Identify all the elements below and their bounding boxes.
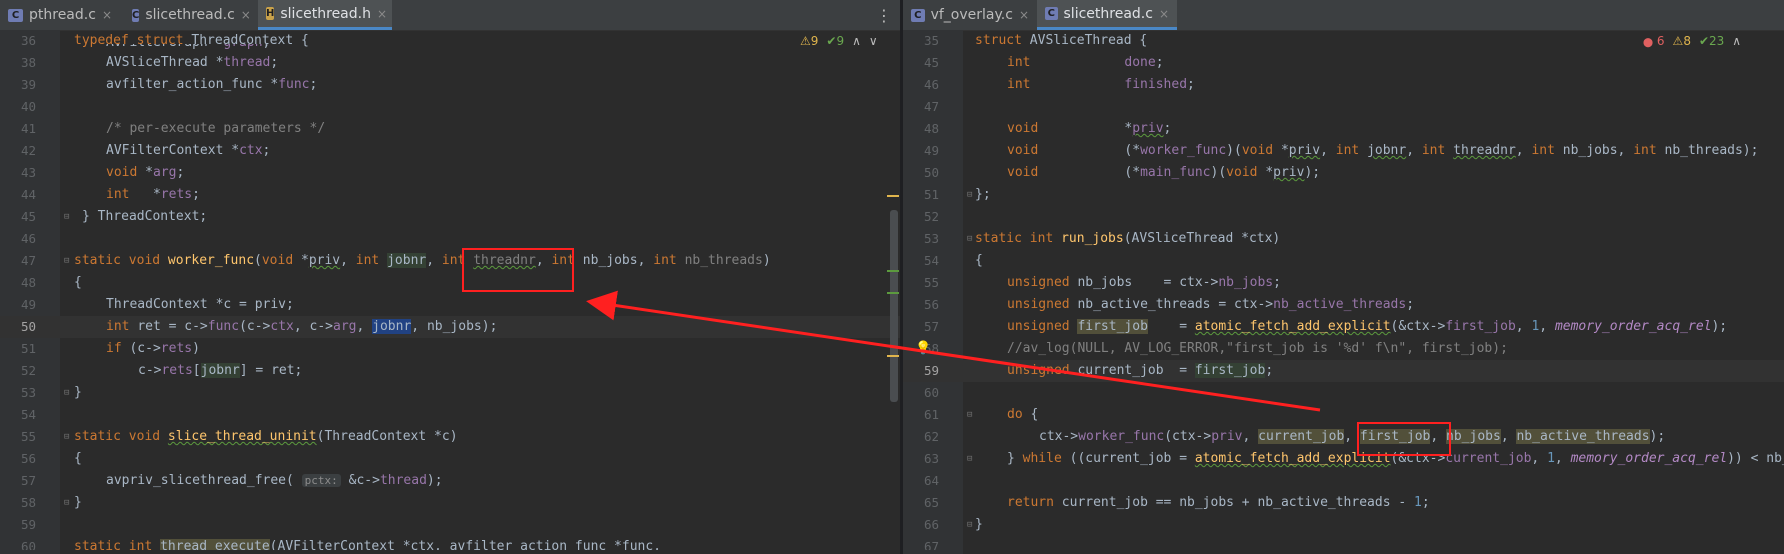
annotation-arrow (586, 290, 1321, 412)
arrow-line (586, 290, 1321, 412)
